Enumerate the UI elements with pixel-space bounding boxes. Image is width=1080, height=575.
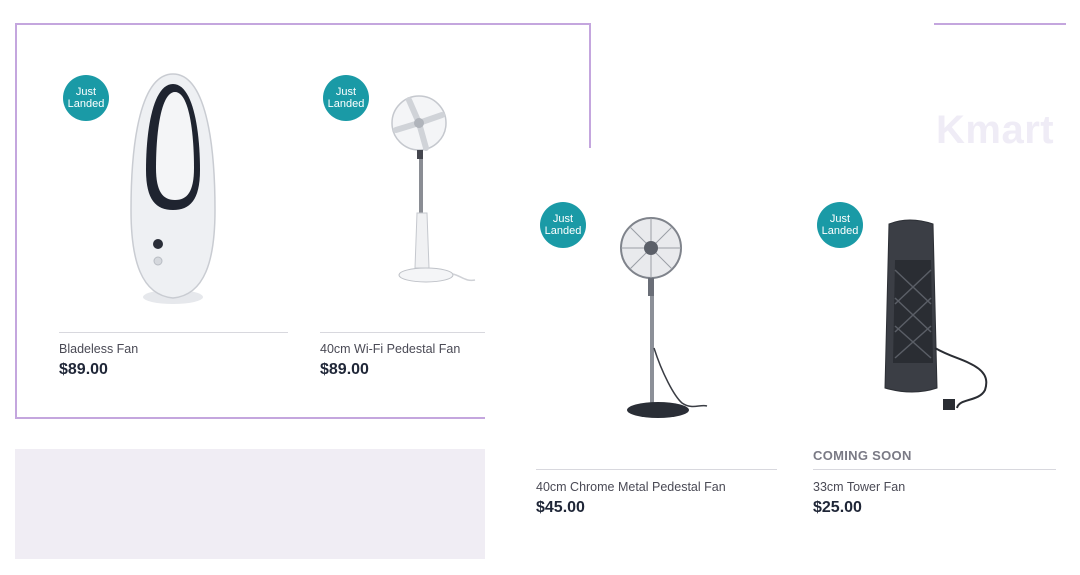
product-price: $89.00 <box>320 361 369 378</box>
badge-line-1: Just <box>75 86 97 98</box>
product-name[interactable]: 40cm Wi-Fi Pedestal Fan <box>320 342 460 356</box>
product-name[interactable]: 40cm Chrome Metal Pedestal Fan <box>536 480 726 494</box>
badge-line-1: Just <box>552 213 574 225</box>
chrome-pedestal-fan-image <box>620 217 708 418</box>
badge-line-2: Landed <box>327 98 365 110</box>
badge-line-1: Just <box>335 86 357 98</box>
just-landed-badge: Just Landed <box>817 202 863 248</box>
brand-watermark: Kmart <box>936 108 1055 152</box>
just-landed-badge: Just Landed <box>540 202 586 248</box>
badge-line-2: Landed <box>544 225 582 237</box>
product-card-tower-fan[interactable]: Just Landed COMING SOON 33cm Tower Fan $… <box>809 198 1059 528</box>
product-name[interactable]: 33cm Tower Fan <box>813 480 905 494</box>
badge-line-1: Just <box>829 213 851 225</box>
product-name[interactable]: Bladeless Fan <box>59 342 138 356</box>
product-card-chrome-pedestal-fan[interactable]: Just Landed 40cm Chrome Metal Pedestal F… <box>532 198 782 528</box>
coming-soon-label: COMING SOON <box>813 448 912 463</box>
card-divider <box>536 469 777 470</box>
product-price: $45.00 <box>536 499 585 516</box>
product-card-wifi-pedestal-fan[interactable]: Just Landed 40cm Wi-Fi Pedestal Fan $89.… <box>316 60 485 390</box>
product-price: $25.00 <box>813 499 862 516</box>
tower-fan-image <box>884 219 988 410</box>
decorative-line <box>934 23 1066 25</box>
badge-line-2: Landed <box>67 98 105 110</box>
card-divider <box>59 332 288 333</box>
product-price: $89.00 <box>59 361 108 378</box>
product-card-bladeless-fan[interactable]: Just Landed Bladeless Fan $89.00 <box>55 60 295 390</box>
badge-line-2: Landed <box>821 225 859 237</box>
just-landed-badge: Just Landed <box>63 75 109 121</box>
just-landed-badge: Just Landed <box>323 75 369 121</box>
card-divider <box>320 332 485 333</box>
placeholder-panel <box>15 449 485 559</box>
card-divider <box>813 469 1056 470</box>
